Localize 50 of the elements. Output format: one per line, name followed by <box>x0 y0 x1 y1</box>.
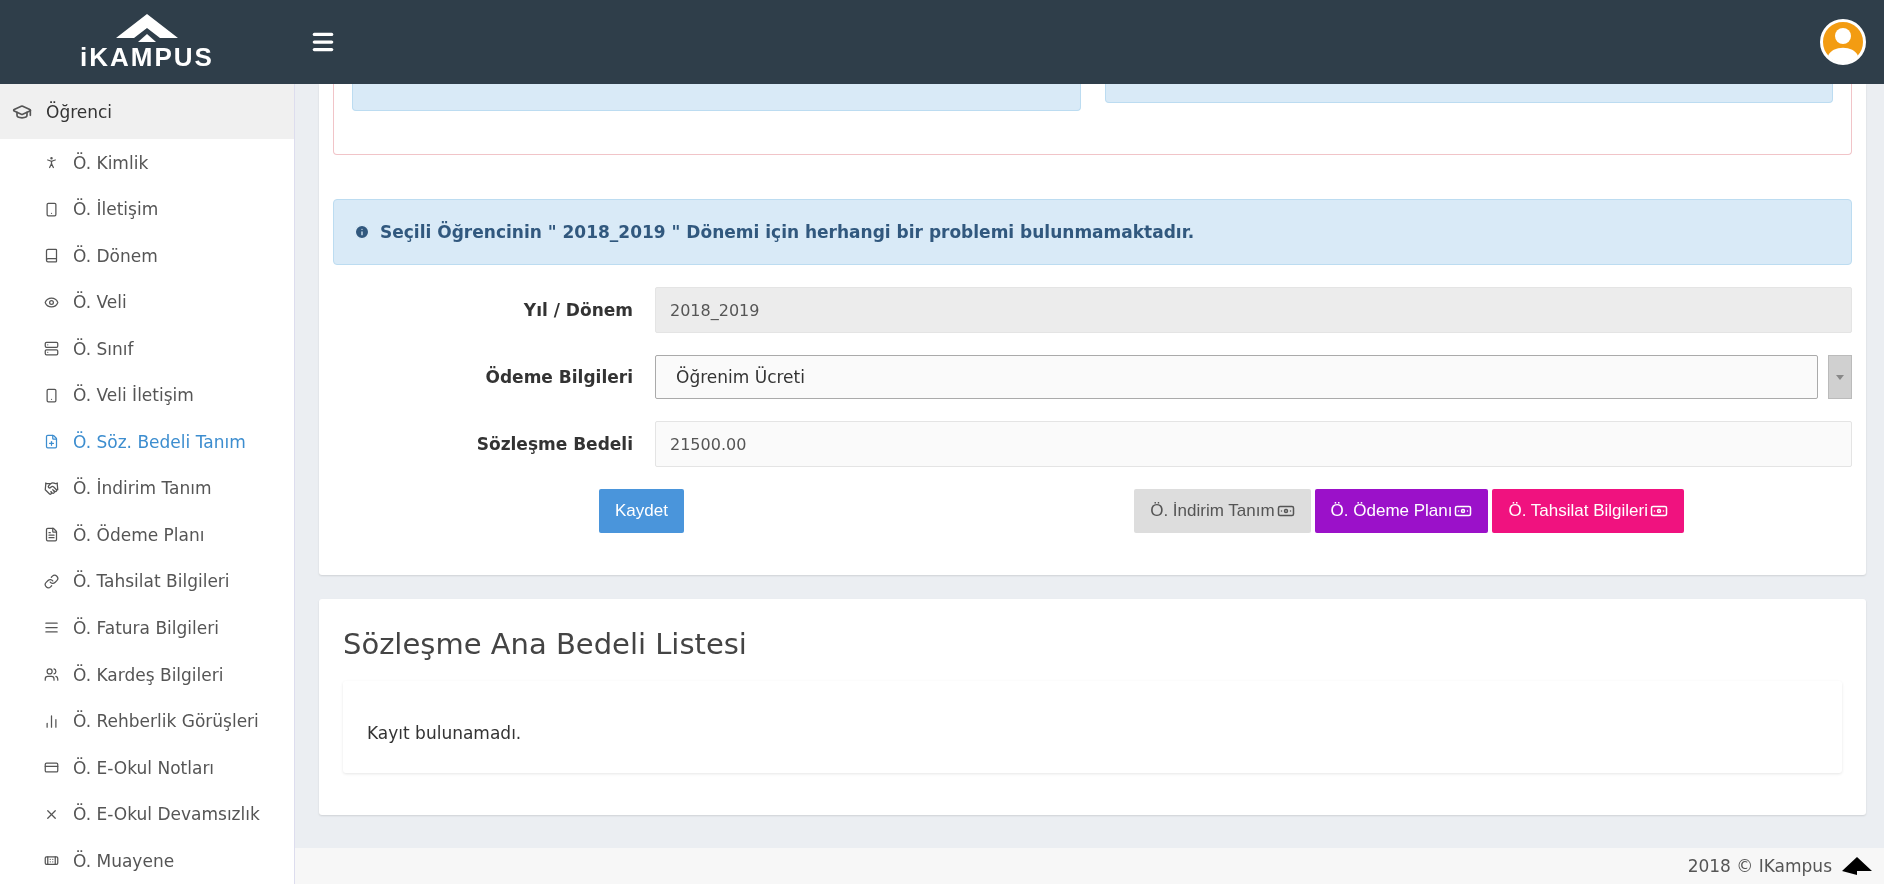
logo-text: iKAMPUS <box>80 44 214 70</box>
field-label: Yıl / Dönem <box>522 300 633 320</box>
caret-icon <box>1836 374 1844 380</box>
copyright-text: 2018 © IKampus <box>1687 856 1832 876</box>
alert-text: Seçili Öğrencinin " 2018_2019 " Dönemi için herhangi bir problemi bulunmamaktadır. <box>380 222 1195 242</box>
sidebar-item[interactable]: Ö. Ödeme Planı <box>0 511 294 559</box>
field-label: Sözleşme Bedeli <box>475 434 633 454</box>
sidebar-item[interactable]: Ö. E-Okul Devamsızlık <box>0 790 294 838</box>
handshake-icon <box>44 480 59 496</box>
input-field[interactable]: 21500.00 <box>655 421 1852 467</box>
sidebar-item[interactable]: Ö. Fatura Bilgileri <box>0 604 294 652</box>
person-icon <box>44 155 59 170</box>
phone-icon <box>44 201 59 217</box>
sidebar-item[interactable]: Ö. Söz. Bedeli Tanım <box>0 418 294 466</box>
sidebar-section[interactable]: Öğrenci <box>0 84 294 140</box>
action-button[interactable]: Ö. Ödeme Planı <box>1314 489 1489 533</box>
empty-message: Kayıt bulunamadı. <box>367 723 522 743</box>
section-label: Öğrenci <box>46 101 113 122</box>
info-icon <box>354 224 370 240</box>
sidebar-item[interactable]: Ö. Veli İletişim <box>0 371 294 419</box>
bar-chart-icon <box>44 713 59 729</box>
sidebar-item[interactable]: Ö. E-Okul Notları <box>0 744 294 791</box>
input-field[interactable]: 2018_2019 <box>655 287 1852 333</box>
action-button[interactable]: Ö. Tahsilat Bilgileri <box>1492 489 1684 533</box>
sidebar-item[interactable]: Ö. Muayene <box>0 837 294 884</box>
server-icon <box>44 341 59 357</box>
list-icon <box>44 620 59 636</box>
link-icon <box>44 573 59 589</box>
document-icon <box>44 527 59 543</box>
field-label: Ödeme Bilgileri <box>484 367 633 387</box>
sidebar-item[interactable]: Ö. Tahsilat Bilgileri <box>0 558 294 605</box>
card-icon <box>44 760 59 776</box>
users-icon <box>44 667 59 682</box>
file-plus-icon <box>44 434 59 450</box>
book-icon <box>44 248 59 264</box>
phone-icon <box>44 387 59 403</box>
sidebar-item[interactable]: Ö. Dönem <box>0 232 294 279</box>
action-button[interactable]: Ö. İndirim Tanım <box>1134 489 1311 533</box>
panel-title: Sözleşme Ana Bedeli Listesi <box>343 627 748 661</box>
sidebar-item[interactable]: Ö. Sınıf <box>0 325 294 372</box>
roof-logo-icon <box>116 14 178 44</box>
sidebar-item[interactable]: Ö. Rehberlik Görüşleri <box>0 697 294 745</box>
sidebar-item[interactable]: Ö. Kardeş Bilgileri <box>0 651 294 698</box>
sidebar-item[interactable]: Ö. İndirim Tanım <box>0 465 294 512</box>
sidebar-item[interactable]: Ö. Veli <box>0 278 294 326</box>
sidebar-item[interactable]: Ö. Kimlik <box>0 139 294 186</box>
eye-icon <box>44 294 59 310</box>
select-field[interactable]: Öğrenim Ücreti <box>655 355 1818 399</box>
avatar-icon[interactable] <box>1820 19 1866 65</box>
sidebar-item[interactable]: Ö. İletişim <box>0 185 294 233</box>
